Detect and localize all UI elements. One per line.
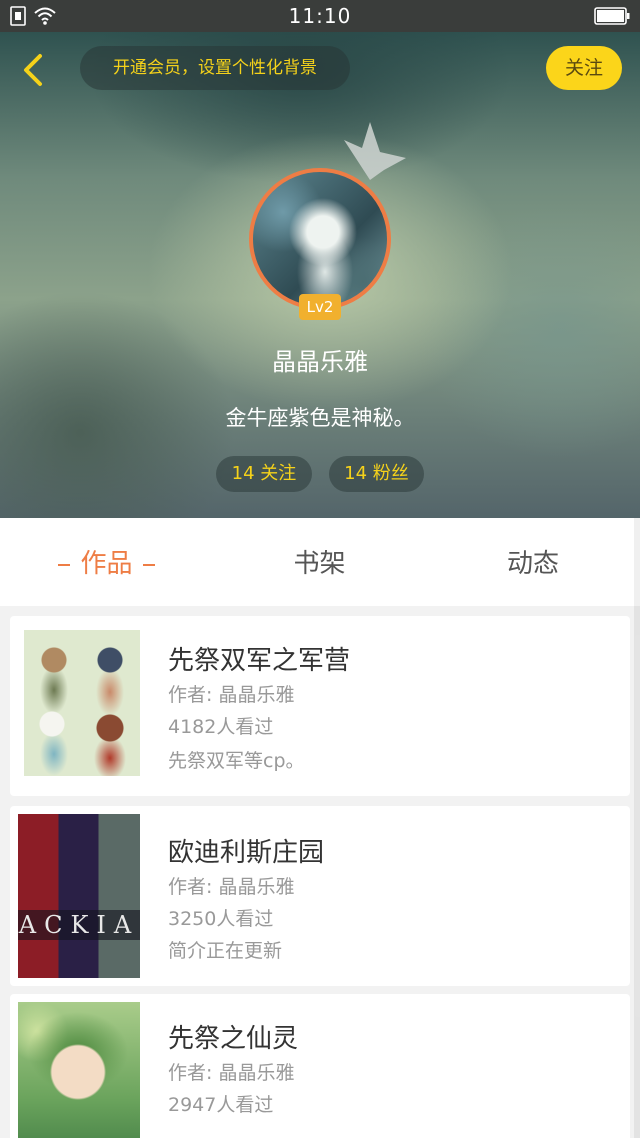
work-cover [24, 630, 140, 776]
avatar[interactable] [249, 168, 391, 310]
tab-indicator-right [142, 563, 155, 566]
vip-banner[interactable]: 开通会员，设置个性化背景 [80, 46, 350, 90]
status-bar: 11:10 [0, 0, 640, 32]
profile-tabs: 作品 书架 动态 [0, 518, 640, 606]
user-bio: 金牛座紫色是神秘。 [225, 406, 415, 430]
scrollbar[interactable] [634, 518, 640, 1138]
back-button[interactable] [14, 50, 54, 90]
work-title: 先祭双军之军营 [168, 646, 351, 676]
tab-works[interactable]: 作品 [0, 518, 213, 606]
work-intro: 简介正在更新 [168, 940, 283, 962]
work-views: 3250人看过 [168, 908, 274, 930]
followers-count[interactable]: 14 粉丝 [329, 456, 424, 492]
work-views: 2947人看过 [168, 1094, 274, 1116]
work-author: 作者: 晶晶乐雅 [168, 684, 295, 706]
battery-icon [594, 7, 630, 25]
work-cover: ACKIA [18, 814, 140, 978]
work-author: 作者: 晶晶乐雅 [168, 876, 295, 898]
work-card[interactable]: 先祭之仙灵 作者: 晶晶乐雅 2947人看过 [10, 994, 630, 1138]
work-title: 先祭之仙灵 [168, 1024, 299, 1054]
work-title: 欧迪利斯庄园 [168, 838, 325, 868]
work-card[interactable]: 先祭双军之军营 作者: 晶晶乐雅 4182人看过 先祭双军等cp。 [10, 616, 630, 796]
follow-button[interactable]: 关注 [546, 46, 622, 90]
username: 晶晶乐雅 [272, 348, 368, 376]
tab-bookshelf-label: 书架 [293, 549, 346, 579]
cover-text: ACKIA [18, 910, 140, 940]
work-author: 作者: 晶晶乐雅 [168, 1062, 295, 1084]
work-card[interactable]: ACKIA 欧迪利斯庄园 作者: 晶晶乐雅 3250人看过 简介正在更新 [10, 806, 630, 986]
work-intro: 先祭双军等cp。 [168, 750, 305, 772]
work-views: 4182人看过 [168, 716, 274, 738]
tab-works-label: 作品 [80, 549, 133, 579]
level-badge: Lv2 [299, 294, 341, 320]
tab-bookshelf[interactable]: 书架 [213, 518, 426, 606]
tab-indicator-left [58, 563, 71, 566]
tab-activity[interactable]: 动态 [426, 518, 640, 606]
profile-header: 开通会员，设置个性化背景 关注 Lv2 晶晶乐雅 金牛座紫色是神秘。 14 关注… [0, 32, 640, 518]
works-list: 先祭双军之军营 作者: 晶晶乐雅 4182人看过 先祭双军等cp。 ACKIA … [0, 606, 640, 1138]
status-time: 11:10 [288, 4, 352, 28]
tab-activity-label: 动态 [506, 549, 559, 579]
work-cover [18, 1002, 140, 1138]
crown-icon [344, 122, 406, 180]
following-count[interactable]: 14 关注 [216, 456, 312, 492]
